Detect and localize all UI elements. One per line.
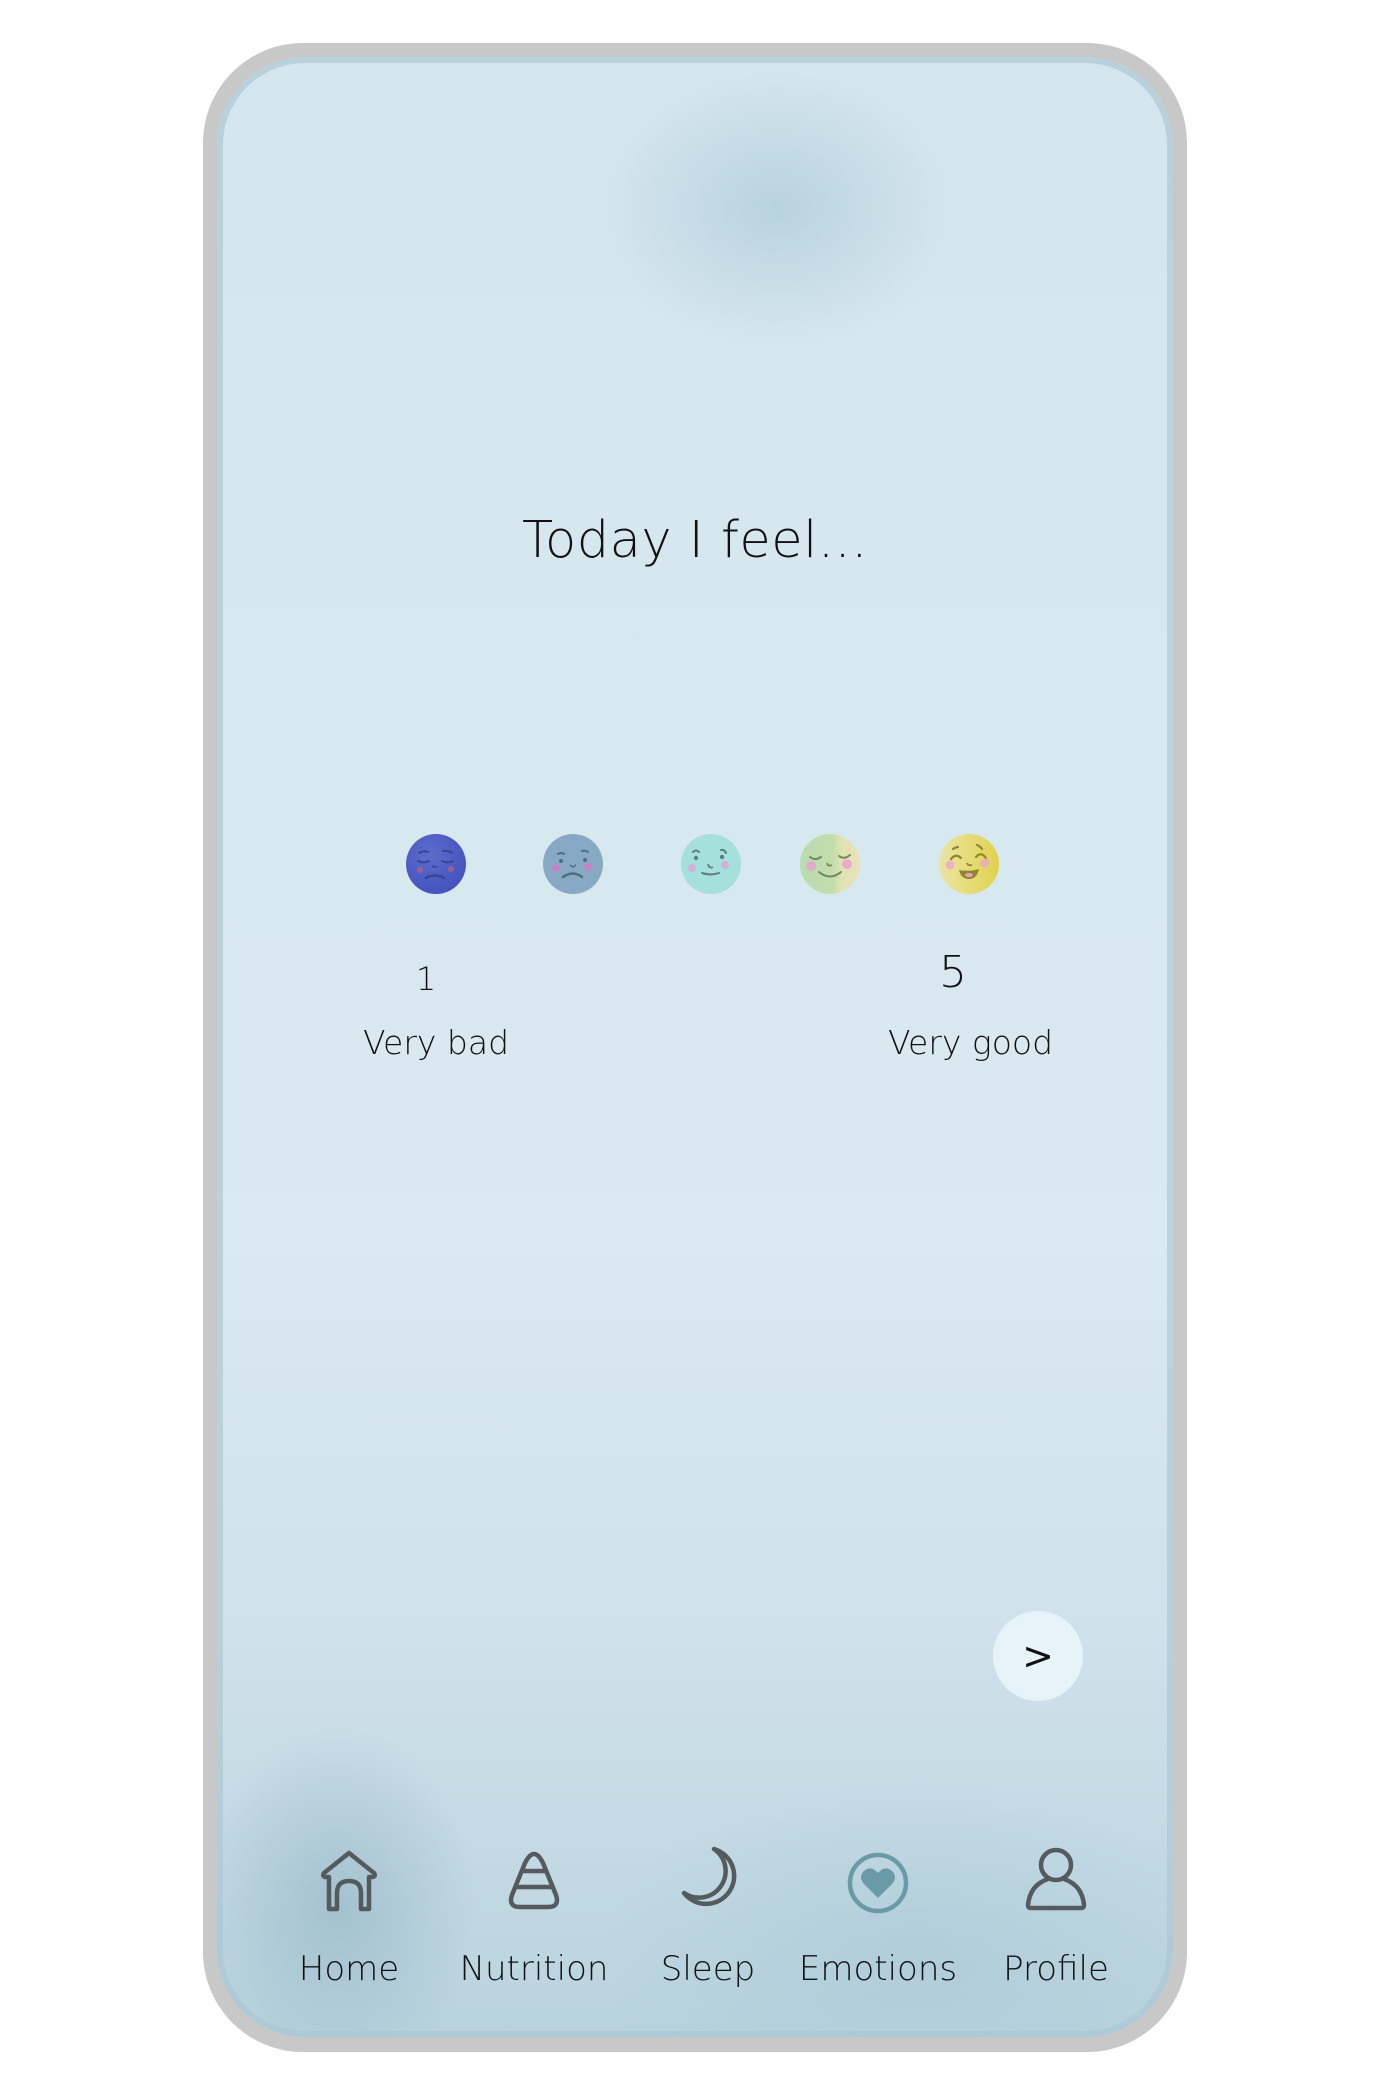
nav-item-home[interactable]: Home [269, 1837, 429, 2007]
nav-item-profile[interactable]: Profile [976, 1837, 1136, 2007]
mood-option-good[interactable] [799, 833, 861, 895]
phone-frame: Today I feel... 1 5 Very bad Very good >… [203, 43, 1187, 2052]
mood-option-very-good[interactable] [938, 833, 1000, 895]
nav-label: Home [298, 1949, 400, 1989]
nav-label: Sleep [660, 1949, 756, 1989]
app-screen: Today I feel... 1 5 Very bad Very good >… [217, 57, 1173, 2037]
mood-option-bad[interactable] [542, 833, 604, 895]
nav-label: Nutrition [459, 1949, 609, 1989]
nav-item-sleep[interactable]: Sleep [628, 1837, 788, 2007]
chevron-right-icon: > [1022, 1634, 1054, 1678]
mood-option-very-bad[interactable] [405, 833, 467, 895]
scale-min-number: 1 [415, 960, 437, 998]
next-button[interactable]: > [993, 1611, 1083, 1701]
content-face-icon [800, 834, 860, 894]
nav-item-nutrition[interactable]: Nutrition [454, 1837, 614, 2007]
sad-face-icon [406, 834, 466, 894]
heart-circle-icon [842, 1843, 914, 1915]
scale-min-label: Very bad [363, 1023, 510, 1062]
scale-max-label: Very good [888, 1023, 1054, 1062]
candy-corn-icon [498, 1843, 570, 1915]
moon-icon [672, 1843, 744, 1915]
nav-label: Emotions [798, 1949, 958, 1989]
user-icon [1020, 1843, 1092, 1915]
home-icon [313, 1843, 385, 1915]
happy-face-icon [939, 834, 999, 894]
nav-item-emotions[interactable]: Emotions [798, 1837, 958, 2007]
nav-label: Profile [1003, 1949, 1109, 1989]
bottom-nav: Home Nutrition Sleep Emotions Profile [217, 1837, 1173, 2037]
page-title: Today I feel... [522, 511, 868, 570]
frown-face-icon [543, 834, 603, 894]
scale-max-number: 5 [939, 947, 967, 998]
mood-option-neutral[interactable] [680, 833, 742, 895]
neutral-face-icon [681, 834, 741, 894]
